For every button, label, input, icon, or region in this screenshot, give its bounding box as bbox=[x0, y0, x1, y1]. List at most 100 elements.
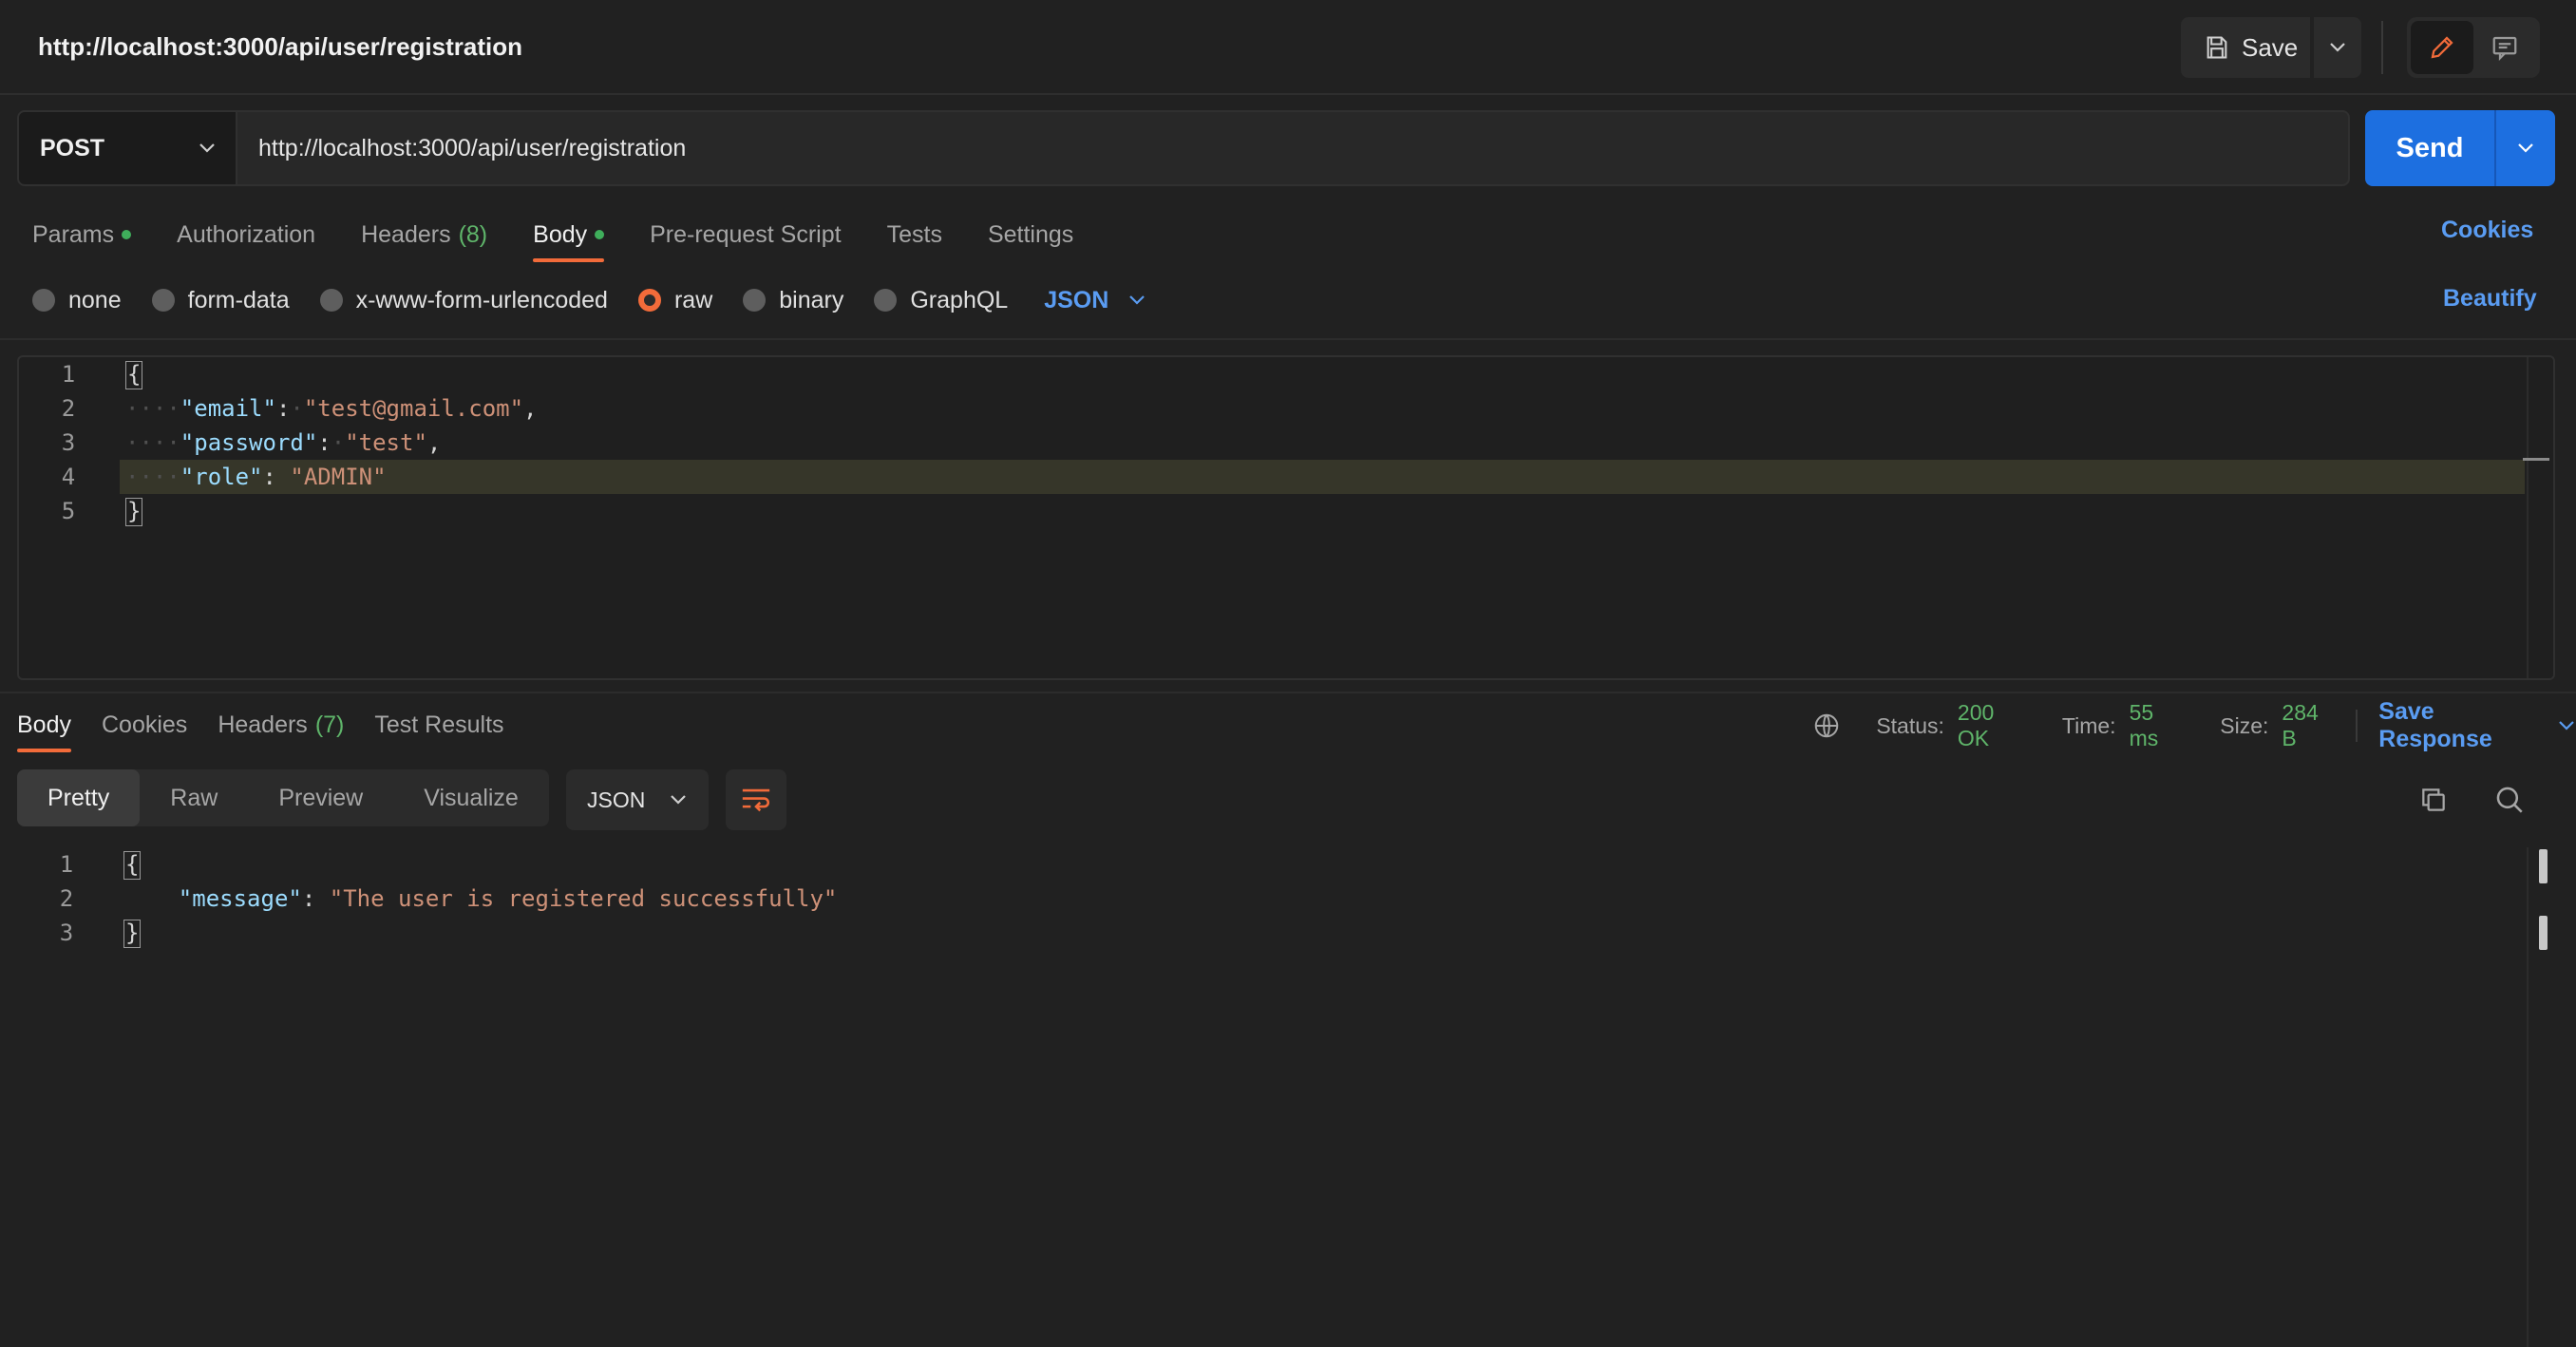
response-language-label: JSON bbox=[587, 787, 646, 812]
response-tab-headers[interactable]: Headers (7) bbox=[218, 701, 344, 749]
copy-icon bbox=[2418, 785, 2449, 815]
code-line: ····"password":·"test", bbox=[125, 429, 442, 456]
response-tab-body-label: Body bbox=[17, 711, 71, 738]
line-gutter: 1 2 3 bbox=[17, 847, 108, 950]
tab-authorization-label: Authorization bbox=[177, 220, 316, 248]
wrap-lines-button[interactable] bbox=[726, 769, 786, 830]
response-tab-test-results[interactable]: Test Results bbox=[374, 701, 503, 749]
radio-binary[interactable]: binary bbox=[743, 287, 843, 314]
tab-headers[interactable]: Headers (8) bbox=[361, 211, 487, 258]
radio-label: raw bbox=[673, 286, 713, 313]
scroll-marker bbox=[2539, 916, 2548, 950]
tab-tests[interactable]: Tests bbox=[887, 211, 942, 258]
response-tab-test-results-label: Test Results bbox=[374, 711, 504, 738]
search-button[interactable] bbox=[2491, 781, 2529, 819]
line-number: 1 bbox=[59, 851, 74, 878]
open-brace: { bbox=[125, 361, 143, 389]
response-tab-body[interactable]: Body bbox=[17, 701, 71, 752]
tab-pre-request-script[interactable]: Pre-request Script bbox=[650, 211, 841, 258]
code-line: { bbox=[123, 847, 2527, 882]
request-body-editor[interactable]: 1 2 3 4 5 { ····"email":·"test@gmail.com… bbox=[17, 355, 2555, 680]
radio-button[interactable] bbox=[319, 289, 343, 312]
radio-label: x-www-form-urlencoded bbox=[355, 286, 608, 313]
tab-headers-label: Headers bbox=[361, 220, 451, 248]
headers-count: (8) bbox=[458, 220, 488, 248]
divider bbox=[0, 338, 2576, 340]
code-line: } bbox=[123, 916, 2527, 950]
tab-authorization[interactable]: Authorization bbox=[177, 211, 315, 258]
radio-label: none bbox=[68, 286, 122, 313]
copy-button[interactable] bbox=[2415, 781, 2453, 819]
response-language-select[interactable]: JSON bbox=[566, 769, 709, 830]
save-response-button[interactable]: Save Response bbox=[2378, 698, 2576, 753]
view-pretty[interactable]: Pretty bbox=[17, 769, 141, 826]
radio-urlencoded[interactable]: x-www-form-urlencoded bbox=[319, 286, 608, 314]
line-number: 4 bbox=[61, 464, 76, 490]
response-view-modes: Pretty Raw Preview Visualize bbox=[17, 769, 549, 826]
save-dropdown-button[interactable] bbox=[2314, 17, 2361, 78]
radio-graphql[interactable]: GraphQL bbox=[874, 287, 1008, 314]
radio-button[interactable] bbox=[743, 289, 767, 312]
beautify-button[interactable]: Beautify bbox=[2443, 285, 2537, 313]
method-select[interactable]: POST bbox=[17, 110, 237, 186]
line-number: 1 bbox=[61, 361, 76, 388]
indent-guide: ···· bbox=[125, 464, 180, 490]
chevron-down-icon bbox=[2328, 41, 2347, 54]
radio-button-selected[interactable] bbox=[637, 289, 661, 312]
indent-guide: ···· bbox=[125, 395, 180, 422]
cookies-link[interactable]: Cookies bbox=[2441, 217, 2533, 244]
comment-icon bbox=[2491, 33, 2519, 62]
radio-none[interactable]: none bbox=[32, 287, 122, 314]
code-area[interactable]: { "message": "The user is registered suc… bbox=[123, 847, 2527, 950]
view-preview[interactable]: Preview bbox=[248, 769, 393, 826]
body-language-select[interactable]: JSON bbox=[1044, 287, 1146, 314]
scroll-position-marker bbox=[2523, 458, 2549, 461]
response-tabs: Body Cookies Headers (7) Test Results bbox=[17, 701, 504, 752]
search-icon bbox=[2493, 784, 2526, 816]
response-tab-cookies-label: Cookies bbox=[101, 711, 188, 738]
status-value[interactable]: 200 OK bbox=[1958, 700, 2027, 751]
radio-button[interactable] bbox=[874, 289, 898, 312]
radio-button[interactable] bbox=[32, 289, 55, 312]
close-brace: } bbox=[123, 920, 142, 948]
save-group: Save bbox=[2181, 17, 2361, 78]
tab-body[interactable]: Body bbox=[533, 211, 605, 262]
tab-settings[interactable]: Settings bbox=[988, 211, 1073, 258]
page-title: http://localhost:3000/api/user/registrat… bbox=[38, 32, 522, 61]
globe-icon[interactable] bbox=[1812, 711, 1841, 740]
url-input[interactable]: http://localhost:3000/api/user/registrat… bbox=[237, 110, 2350, 186]
response-meta: Status: 200 OK Time: 55 ms Size: 284 B S… bbox=[1812, 698, 2576, 752]
send-dropdown-button[interactable] bbox=[2496, 142, 2555, 155]
line-number: 5 bbox=[61, 498, 76, 524]
comments-button[interactable] bbox=[2473, 21, 2536, 74]
scroll-marker bbox=[2539, 849, 2548, 883]
radio-form-data[interactable]: form-data bbox=[151, 286, 290, 314]
response-headers-count: (7) bbox=[314, 711, 345, 738]
radio-label: form-data bbox=[187, 286, 290, 313]
line-number: 2 bbox=[59, 885, 74, 912]
divider bbox=[0, 692, 2576, 693]
pencil-icon bbox=[2428, 33, 2456, 62]
edit-mode-button[interactable] bbox=[2411, 21, 2473, 74]
radio-button[interactable] bbox=[151, 289, 175, 312]
time-value[interactable]: 55 ms bbox=[2130, 700, 2185, 751]
json-value: "test@gmail.com" bbox=[303, 395, 524, 422]
open-brace: { bbox=[123, 851, 142, 880]
code-area[interactable]: { ····"email":·"test@gmail.com", ····"pa… bbox=[120, 357, 2525, 528]
tab-body-label: Body bbox=[533, 220, 588, 248]
chevron-down-icon bbox=[669, 793, 688, 806]
editor-scrollbar[interactable] bbox=[2527, 357, 2553, 678]
code-line: ····"email":·"test@gmail.com", bbox=[125, 395, 538, 422]
view-visualize[interactable]: Visualize bbox=[393, 769, 549, 826]
status-label: Status: bbox=[1876, 712, 1944, 738]
view-raw[interactable]: Raw bbox=[140, 769, 248, 826]
tab-params[interactable]: Params bbox=[32, 211, 132, 258]
send-button[interactable]: Send bbox=[2365, 133, 2494, 164]
response-tab-cookies[interactable]: Cookies bbox=[102, 701, 187, 749]
save-button[interactable]: Save bbox=[2181, 17, 2310, 78]
size-value[interactable]: 284 B bbox=[2282, 700, 2335, 751]
response-scrollbar[interactable] bbox=[2527, 847, 2555, 1347]
response-body-viewer[interactable]: 1 2 3 { "message": "The user is register… bbox=[17, 847, 2555, 1347]
request-header: http://localhost:3000/api/user/registrat… bbox=[0, 0, 2576, 95]
radio-raw[interactable]: raw bbox=[637, 286, 713, 314]
